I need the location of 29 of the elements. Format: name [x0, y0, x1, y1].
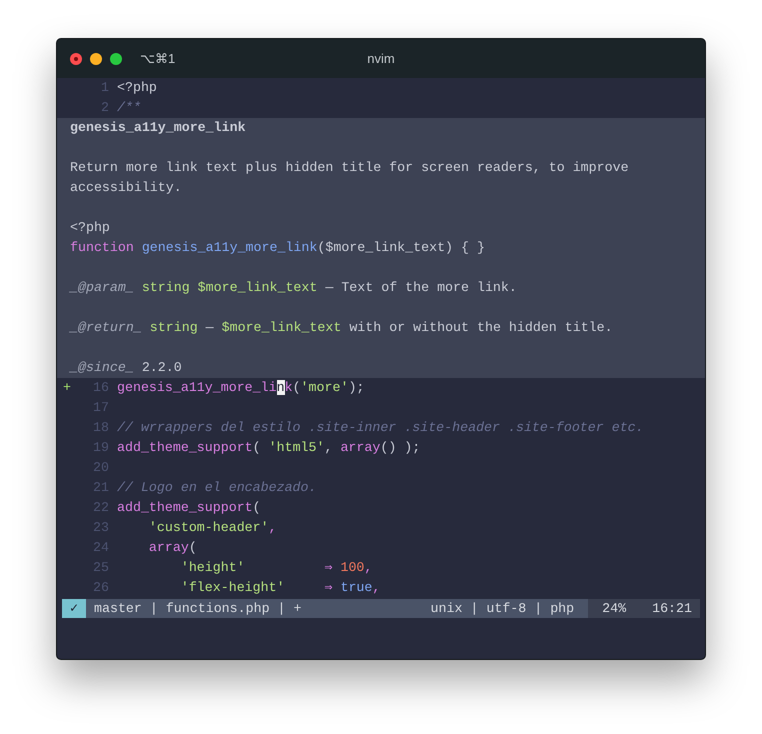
code-line: 'height' ⇒ 100,: [180, 560, 372, 576]
status-branch-file: master | functions.php | +: [94, 600, 302, 618]
close-icon[interactable]: [70, 52, 82, 64]
doc-title: genesis_a11y_more_link: [70, 120, 246, 135]
status-percent: 24%: [602, 600, 626, 618]
code-line: <?php: [70, 220, 110, 235]
window-shortcut: ⌥⌘1: [140, 50, 176, 68]
code-line: <?php: [117, 80, 157, 96]
code-line: array(: [148, 540, 197, 556]
doc-text: _@return_ string — $more_link_text with or without the hidden title.: [70, 320, 613, 335]
code-line: /**: [117, 100, 141, 116]
code-line: // wrrappers del estilo .site-inner .site-header .site-footer etc.: [117, 420, 644, 436]
status-file-info: unix | utf-8 | php: [430, 600, 574, 618]
window-title: nvim: [367, 50, 395, 68]
code-line: add_theme_support( 'html5', array() );: [117, 440, 420, 456]
code-line: add_theme_support(: [117, 500, 261, 516]
code-line: // Logo en el encabezado.: [117, 480, 316, 496]
code-line: genesis_a11y_more_link('more');: [117, 380, 364, 396]
status-check: ✓: [62, 599, 86, 618]
status-position: 16:21: [652, 600, 692, 618]
minimize-icon[interactable]: [90, 52, 102, 64]
code-line: 'flex-height' ⇒ true,: [180, 580, 380, 596]
diff-sign: +: [63, 380, 71, 396]
doc-text: _@since_ 2.2.0: [70, 360, 182, 375]
code-line: 'custom-header',: [148, 520, 277, 536]
doc-text: _@param_ string $more_link_text — Text of the more link.: [70, 280, 517, 295]
doc-text: Return more link text plus hidden title for screen readers, to improve accessibility.: [70, 160, 630, 195]
maximize-icon[interactable]: [110, 52, 122, 64]
code-line: function genesis_a11y_more_link($more_link_text) { }: [70, 240, 485, 255]
